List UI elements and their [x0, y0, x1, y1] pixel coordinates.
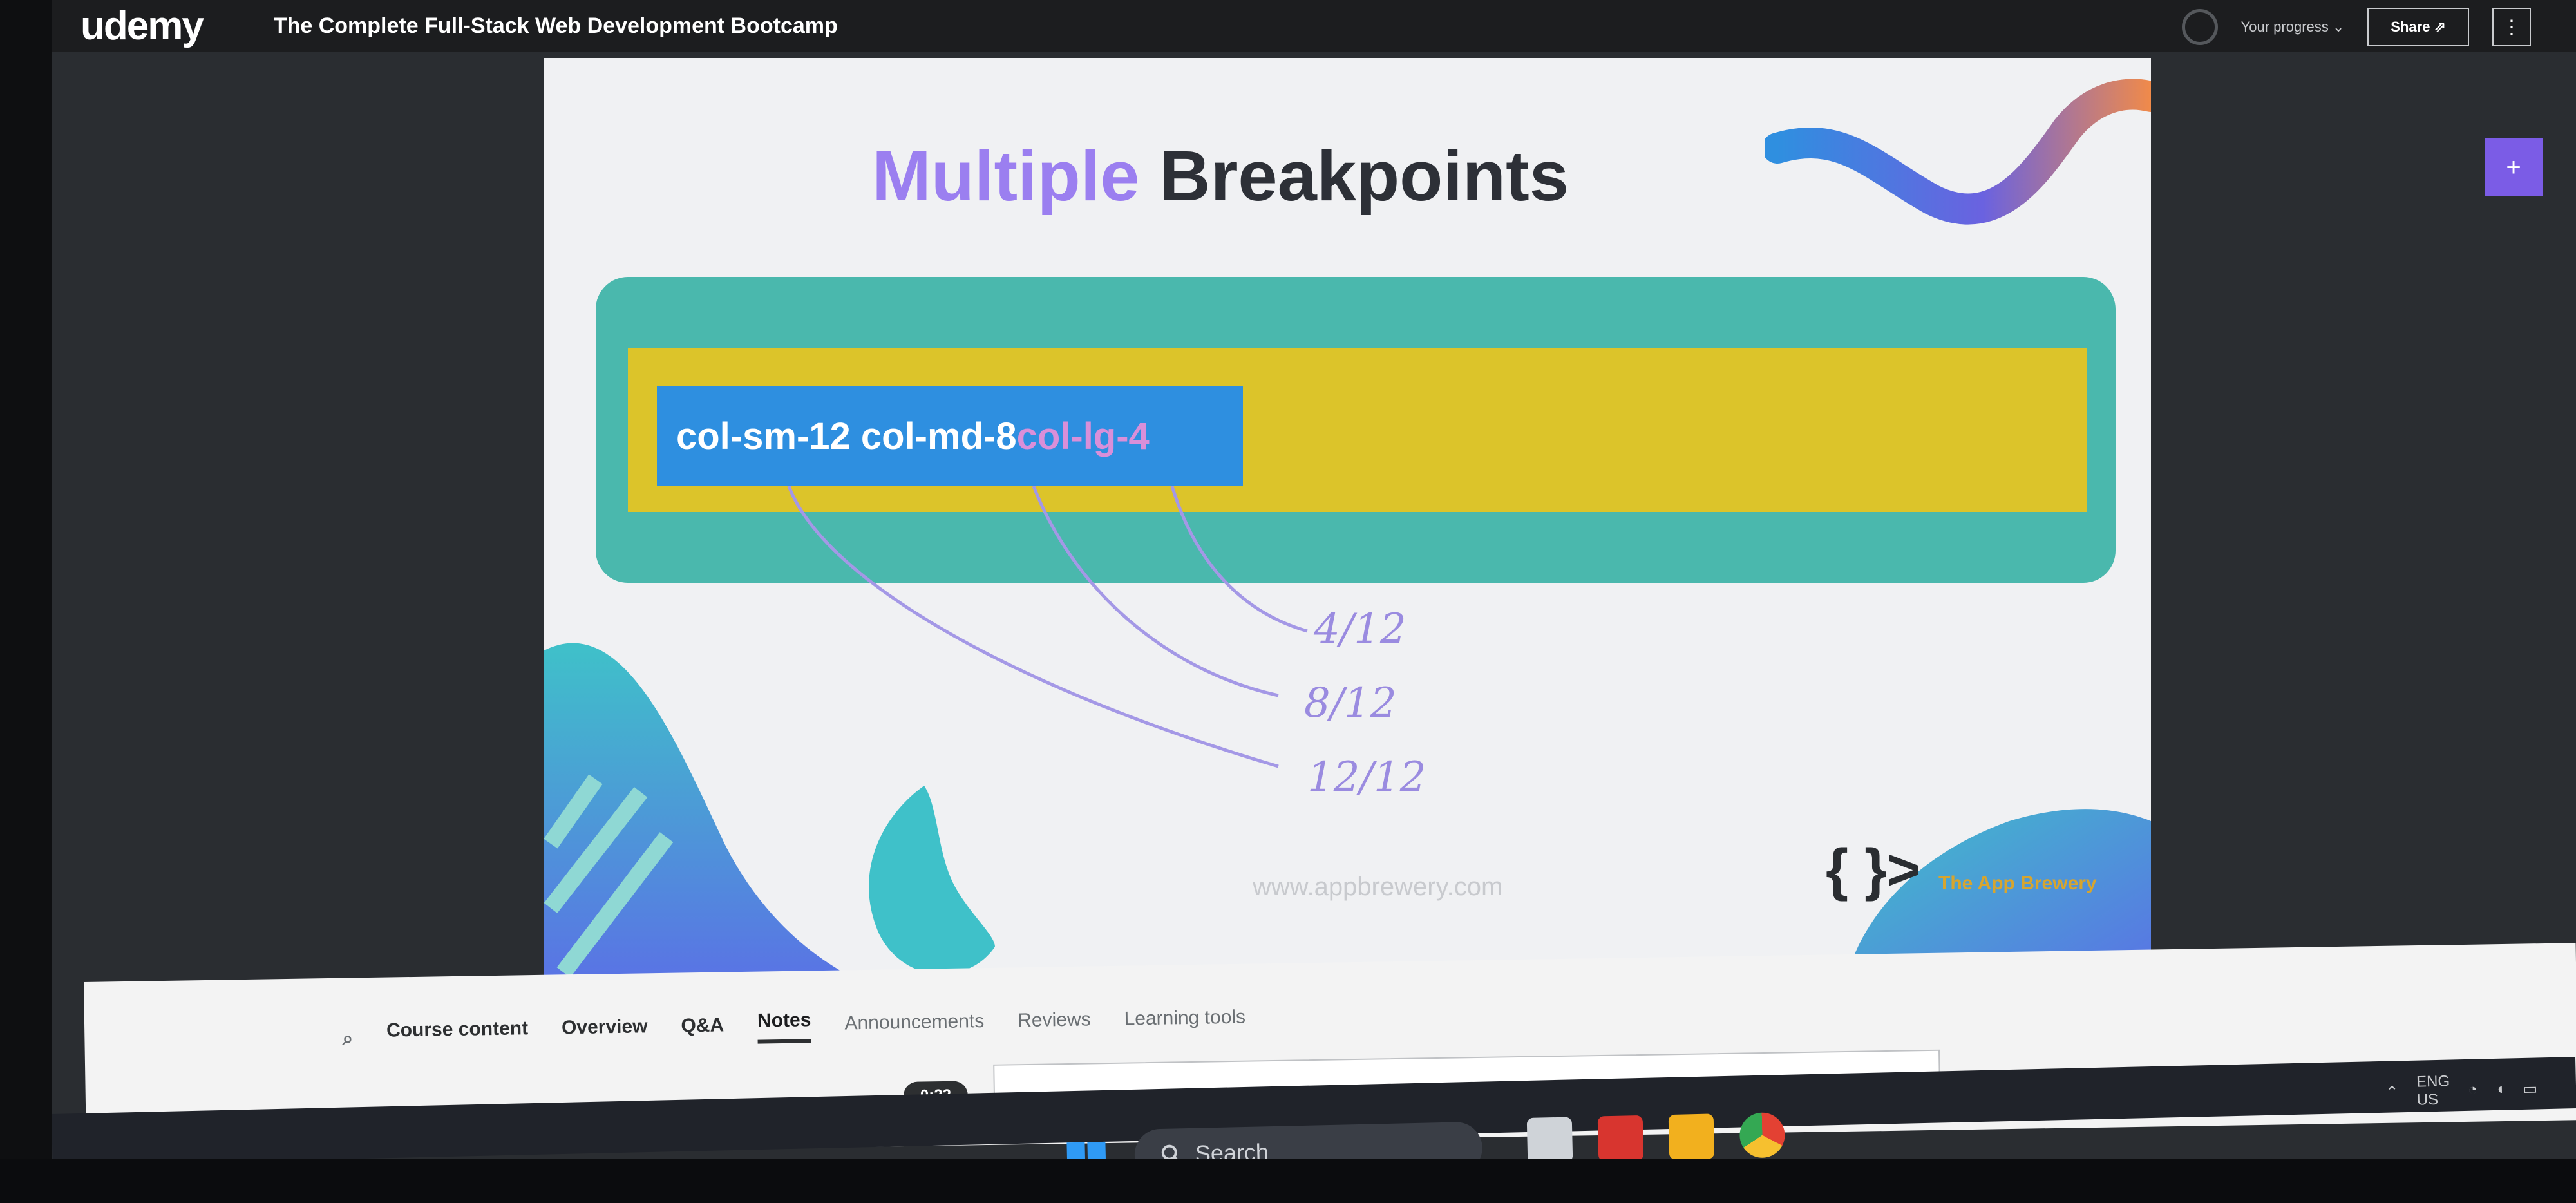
- more-options-button[interactable]: ⋮: [2492, 8, 2531, 46]
- tab-qa[interactable]: Q&A: [681, 1014, 724, 1045]
- course-title[interactable]: The Complete Full-Stack Web Development …: [274, 14, 838, 39]
- annotation-lg: 4/12: [1314, 605, 1406, 653]
- monitor-bezel: [0, 0, 52, 1203]
- progress-ring-icon[interactable]: [2181, 9, 2218, 45]
- progress-dropdown[interactable]: Your progress ⌄: [2241, 19, 2345, 35]
- volume-icon[interactable]: ◖: [2496, 1081, 2505, 1099]
- chevron-up-icon[interactable]: ⌃: [2385, 1083, 2399, 1101]
- battery-icon[interactable]: ▭: [2523, 1079, 2537, 1099]
- tab-reviews[interactable]: Reviews: [1018, 1009, 1091, 1039]
- wifi-icon[interactable]: ◔: [2468, 1081, 2477, 1099]
- tab-learning-tools[interactable]: Learning tools: [1124, 1007, 1245, 1038]
- annotation-sm: 12/12: [1307, 753, 1426, 801]
- course-header: udemy The Complete Full-Stack Web Develo…: [52, 0, 2576, 52]
- header-actions: Your progress ⌄ Share ⇗ ⋮: [2181, 8, 2531, 46]
- share-button[interactable]: Share ⇗: [2367, 8, 2469, 46]
- udemy-logo[interactable]: udemy: [80, 3, 204, 49]
- monitor-bezel-bottom: [0, 1159, 2576, 1203]
- system-tray: ⌃ ENG US ◔ ◖ ▭: [2385, 1070, 2538, 1110]
- taskbar-store-icon[interactable]: [1597, 1115, 1644, 1162]
- app-brewery-brand: The App Brewery: [1938, 873, 2097, 894]
- language-indicator[interactable]: ENG US: [2416, 1073, 2450, 1110]
- tab-announcements[interactable]: Announcements: [844, 1010, 985, 1042]
- decorative-blob-icon: [544, 643, 995, 998]
- annotation-md: 8/12: [1304, 679, 1397, 727]
- lecture-video-slide[interactable]: Multiple Breakpoints col-sm-12 col-md-8 …: [544, 58, 2151, 998]
- search-icon[interactable]: ⌕: [342, 1028, 353, 1050]
- expand-sidebar-button[interactable]: +: [2485, 138, 2543, 196]
- tab-overview[interactable]: Overview: [562, 1016, 648, 1047]
- tab-notes[interactable]: Notes: [757, 1009, 811, 1044]
- course-tabs: ⌕ Course content Overview Q&A Notes Anno…: [342, 1003, 1246, 1050]
- tab-course-content[interactable]: Course content: [386, 1018, 529, 1049]
- app-brewery-logo-icon: { }>: [1826, 838, 1921, 902]
- folder-icon[interactable]: [1668, 1113, 1715, 1160]
- browser-screen: udemy The Complete Full-Stack Web Develo…: [52, 0, 2576, 1159]
- slide-footer-url: www.appbrewery.com: [1253, 873, 1503, 901]
- taskbar-app-icon[interactable]: [1526, 1117, 1573, 1164]
